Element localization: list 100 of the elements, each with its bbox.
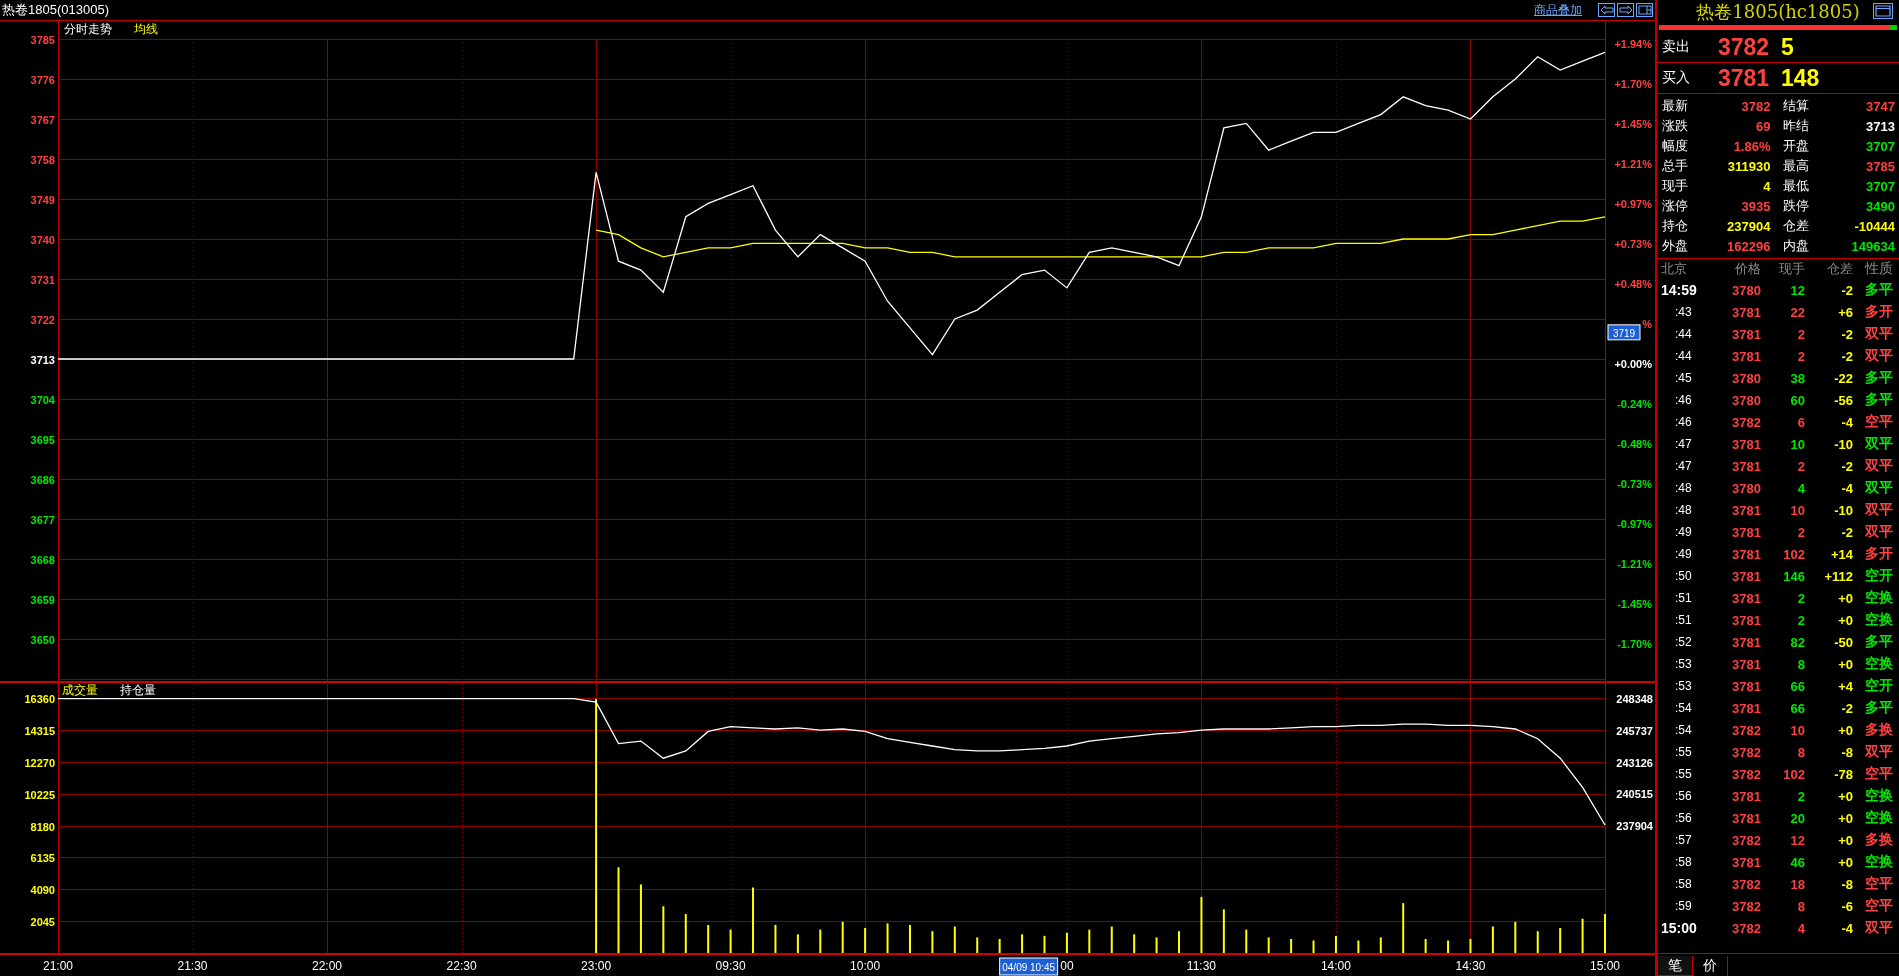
trade-volume: 10: [1789, 436, 1805, 452]
stat-value: 3707: [1866, 138, 1895, 154]
trade-type: 多平: [1864, 391, 1893, 409]
stat-label: 最低: [1782, 177, 1809, 195]
axis-label: 3659: [30, 594, 55, 606]
volume-bar: [752, 887, 755, 953]
trade-price: 3781: [1731, 436, 1761, 452]
trade-volume: 22: [1789, 304, 1805, 320]
axis-label: -0.97%: [1617, 518, 1652, 530]
axis-label: 12270: [24, 756, 55, 769]
volume-bar: [1133, 934, 1136, 953]
trade-position-change: -8: [1840, 876, 1853, 892]
trade-price: 3782: [1731, 722, 1761, 738]
trade-time: :47: [1674, 437, 1693, 451]
trade-time: :58: [1674, 877, 1693, 891]
trade-price: 3781: [1731, 568, 1761, 584]
trade-position-change: -56: [1833, 392, 1853, 408]
volume-bar: [1065, 932, 1068, 953]
trade-position-change: -2: [1840, 348, 1853, 364]
trade-position-change: -2: [1840, 458, 1853, 474]
volume-bar: [684, 914, 687, 953]
trade-position-change: -4: [1840, 480, 1853, 496]
volume-bar: [1402, 903, 1405, 953]
volume-bar: [1245, 929, 1248, 953]
trade-time: :44: [1674, 349, 1693, 363]
trade-volume: 102: [1782, 766, 1805, 782]
stat-value: 3713: [1866, 118, 1895, 134]
trade-time: :44: [1674, 327, 1693, 341]
axis-label: 23:00: [581, 959, 612, 973]
trade-time: :55: [1674, 767, 1693, 781]
trade-position-change: -4: [1840, 414, 1853, 430]
axis-label: -1.45%: [1617, 598, 1652, 610]
trade-type: 多换: [1864, 831, 1893, 849]
stat-label: 昨结: [1782, 117, 1809, 135]
time-tag: 04/09 10:45: [999, 957, 1059, 976]
axis-label: +1.45%: [1614, 118, 1652, 130]
axis-label: 3650: [30, 634, 55, 646]
volume-bar: [841, 921, 844, 953]
trade-price: 3782: [1731, 876, 1761, 892]
axis-label: -1.70%: [1617, 638, 1652, 650]
tab[interactable]: 笔: [1657, 956, 1693, 976]
maximize-button[interactable]: [1873, 3, 1893, 19]
trade-position-change: -50: [1833, 634, 1853, 650]
volume-bar: [1491, 926, 1494, 953]
layout-button[interactable]: [1636, 3, 1653, 17]
ask-label: 卖出: [1662, 38, 1691, 56]
trade-volume: 82: [1789, 634, 1805, 650]
stat-label: 持仓: [1662, 217, 1688, 235]
trade-position-change: +0: [1837, 854, 1853, 870]
trade-volume: 8: [1796, 744, 1805, 760]
trade-type: 空换: [1864, 655, 1893, 673]
trade-type: 多平: [1864, 369, 1893, 387]
column-header: 价格: [1734, 260, 1761, 278]
trade-volume: 2: [1796, 612, 1805, 628]
axis-label: 00: [1060, 959, 1074, 973]
trade-type: 空换: [1864, 589, 1893, 607]
stat-value: 3785: [1866, 158, 1895, 174]
trade-type: 双平: [1864, 347, 1893, 365]
right-arrow-button[interactable]: [1617, 3, 1634, 17]
volume-bar: [864, 928, 867, 953]
volume-bar: [1290, 938, 1293, 953]
trade-time: :56: [1674, 811, 1693, 825]
volume-bar: [639, 884, 642, 953]
trade-position-change: +14: [1829, 546, 1853, 562]
volume-bar: [1267, 937, 1270, 953]
trade-volume: 4: [1796, 920, 1805, 936]
axis-label: -0.48%: [1617, 438, 1652, 450]
axis-label: 16360: [24, 693, 55, 705]
axis-label: 3776: [30, 74, 55, 86]
axis-label: 22:30: [446, 959, 477, 973]
left-arrow-button[interactable]: [1598, 3, 1615, 17]
stat-label: 跌停: [1782, 197, 1809, 215]
trade-type: 空平: [1864, 875, 1893, 893]
stat-label: 最新: [1662, 97, 1688, 115]
trade-time: :52: [1674, 635, 1693, 649]
trade-price: 3782: [1731, 920, 1761, 936]
trade-price: 3781: [1731, 788, 1761, 804]
axis-label: +0.73%: [1614, 238, 1652, 250]
trade-type: 双平: [1864, 435, 1893, 453]
axis-label: 237904: [1616, 820, 1653, 832]
trade-type: 空换: [1864, 611, 1893, 629]
trade-type: 多开: [1864, 303, 1893, 321]
stat-value: 1.86%: [1733, 138, 1771, 154]
trade-volume: 2: [1796, 348, 1805, 364]
trade-position-change: -8: [1840, 744, 1853, 760]
trade-price: 3780: [1731, 370, 1761, 386]
trade-type: 空平: [1864, 413, 1893, 431]
trade-time: :48: [1674, 481, 1693, 495]
volume-bar: [1155, 937, 1158, 953]
trade-volume: 8: [1796, 656, 1805, 672]
axis-label: 3704: [30, 394, 55, 406]
trade-price: 3781: [1731, 304, 1761, 320]
axis-label: 3686: [30, 474, 55, 486]
overlay-link[interactable]: 商品叠加: [1534, 1, 1582, 19]
trade-time: :54: [1674, 723, 1693, 737]
trade-volume: 60: [1789, 392, 1805, 408]
trade-price: 3781: [1731, 678, 1761, 694]
axis-label: 6135: [30, 852, 55, 865]
trade-position-change: -2: [1840, 326, 1853, 342]
trade-price: 3780: [1731, 282, 1761, 298]
